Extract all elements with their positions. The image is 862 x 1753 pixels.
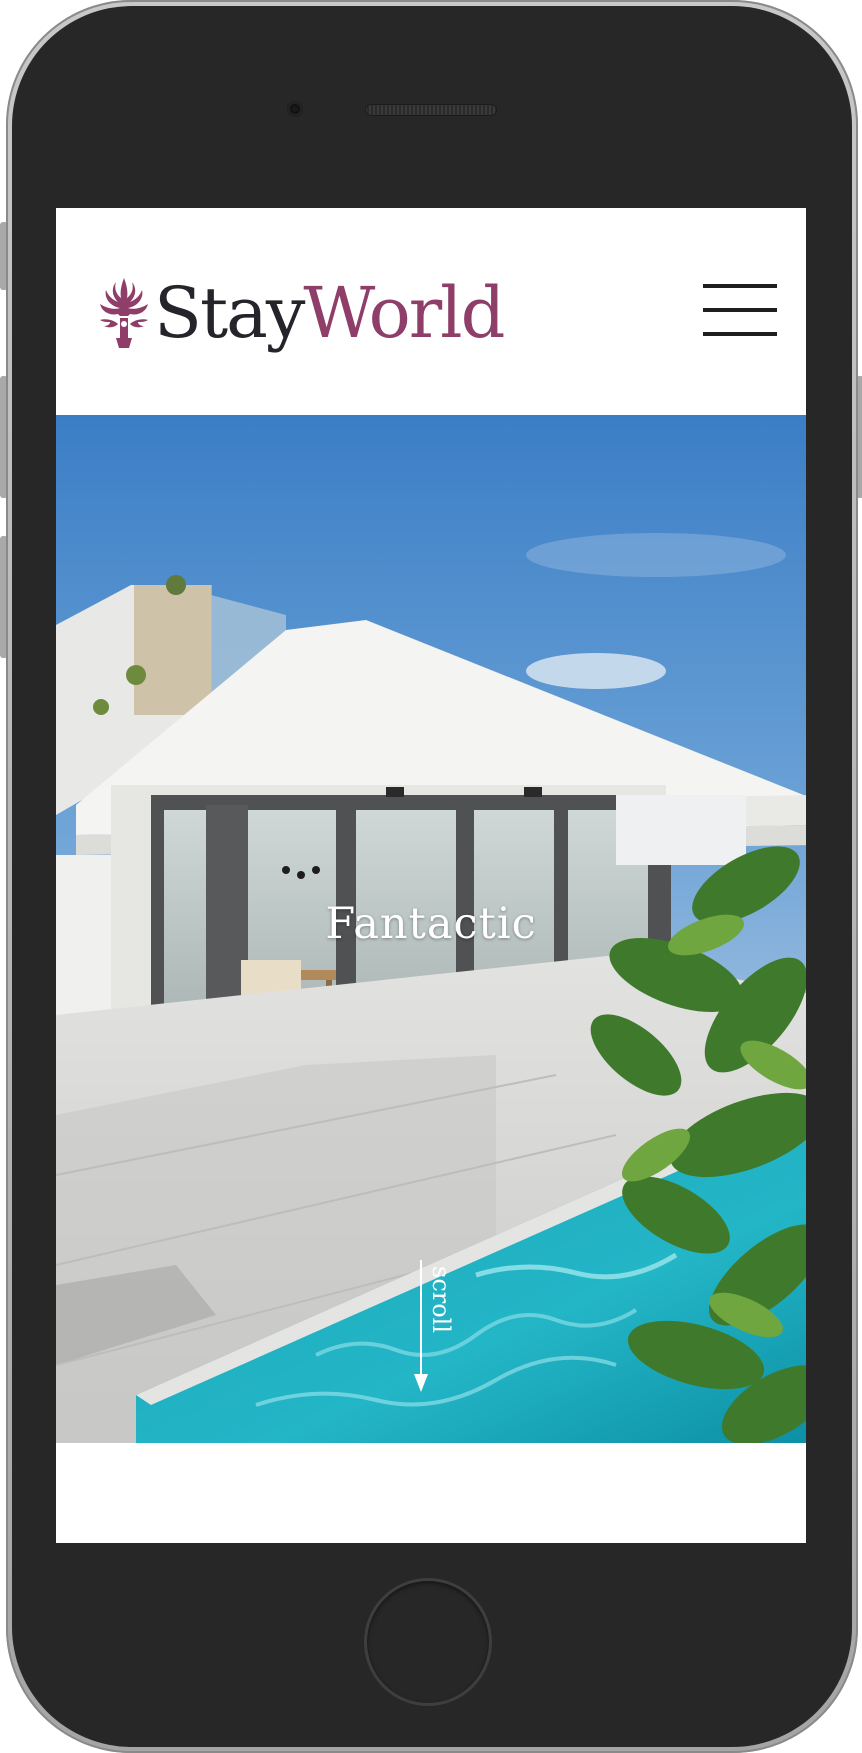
hamburger-menu-icon[interactable] xyxy=(703,284,777,338)
site-logo[interactable]: StayWorld xyxy=(96,268,505,358)
logo-text-stay: Stay xyxy=(154,272,305,354)
logo-text-world: World xyxy=(303,272,505,354)
fleur-ornament-icon xyxy=(100,278,148,348)
earpiece-speaker-icon xyxy=(365,104,497,116)
scroll-label: scroll xyxy=(427,1266,455,1334)
home-button[interactable] xyxy=(364,1578,492,1706)
hero-banner: Fantactic scroll xyxy=(56,415,806,1443)
scroll-indicator[interactable]: scroll xyxy=(414,1260,479,1400)
site-header: StayWorld xyxy=(56,208,806,415)
scroll-line xyxy=(420,1260,422,1380)
hero-title: Fantactic xyxy=(325,899,537,949)
phone-screen: StayWorld Fantactic scroll xyxy=(56,208,806,1543)
phone-mockup: StayWorld Fantactic scroll xyxy=(0,0,862,1753)
arrow-down-icon xyxy=(414,1374,428,1392)
front-camera-icon xyxy=(287,101,303,117)
